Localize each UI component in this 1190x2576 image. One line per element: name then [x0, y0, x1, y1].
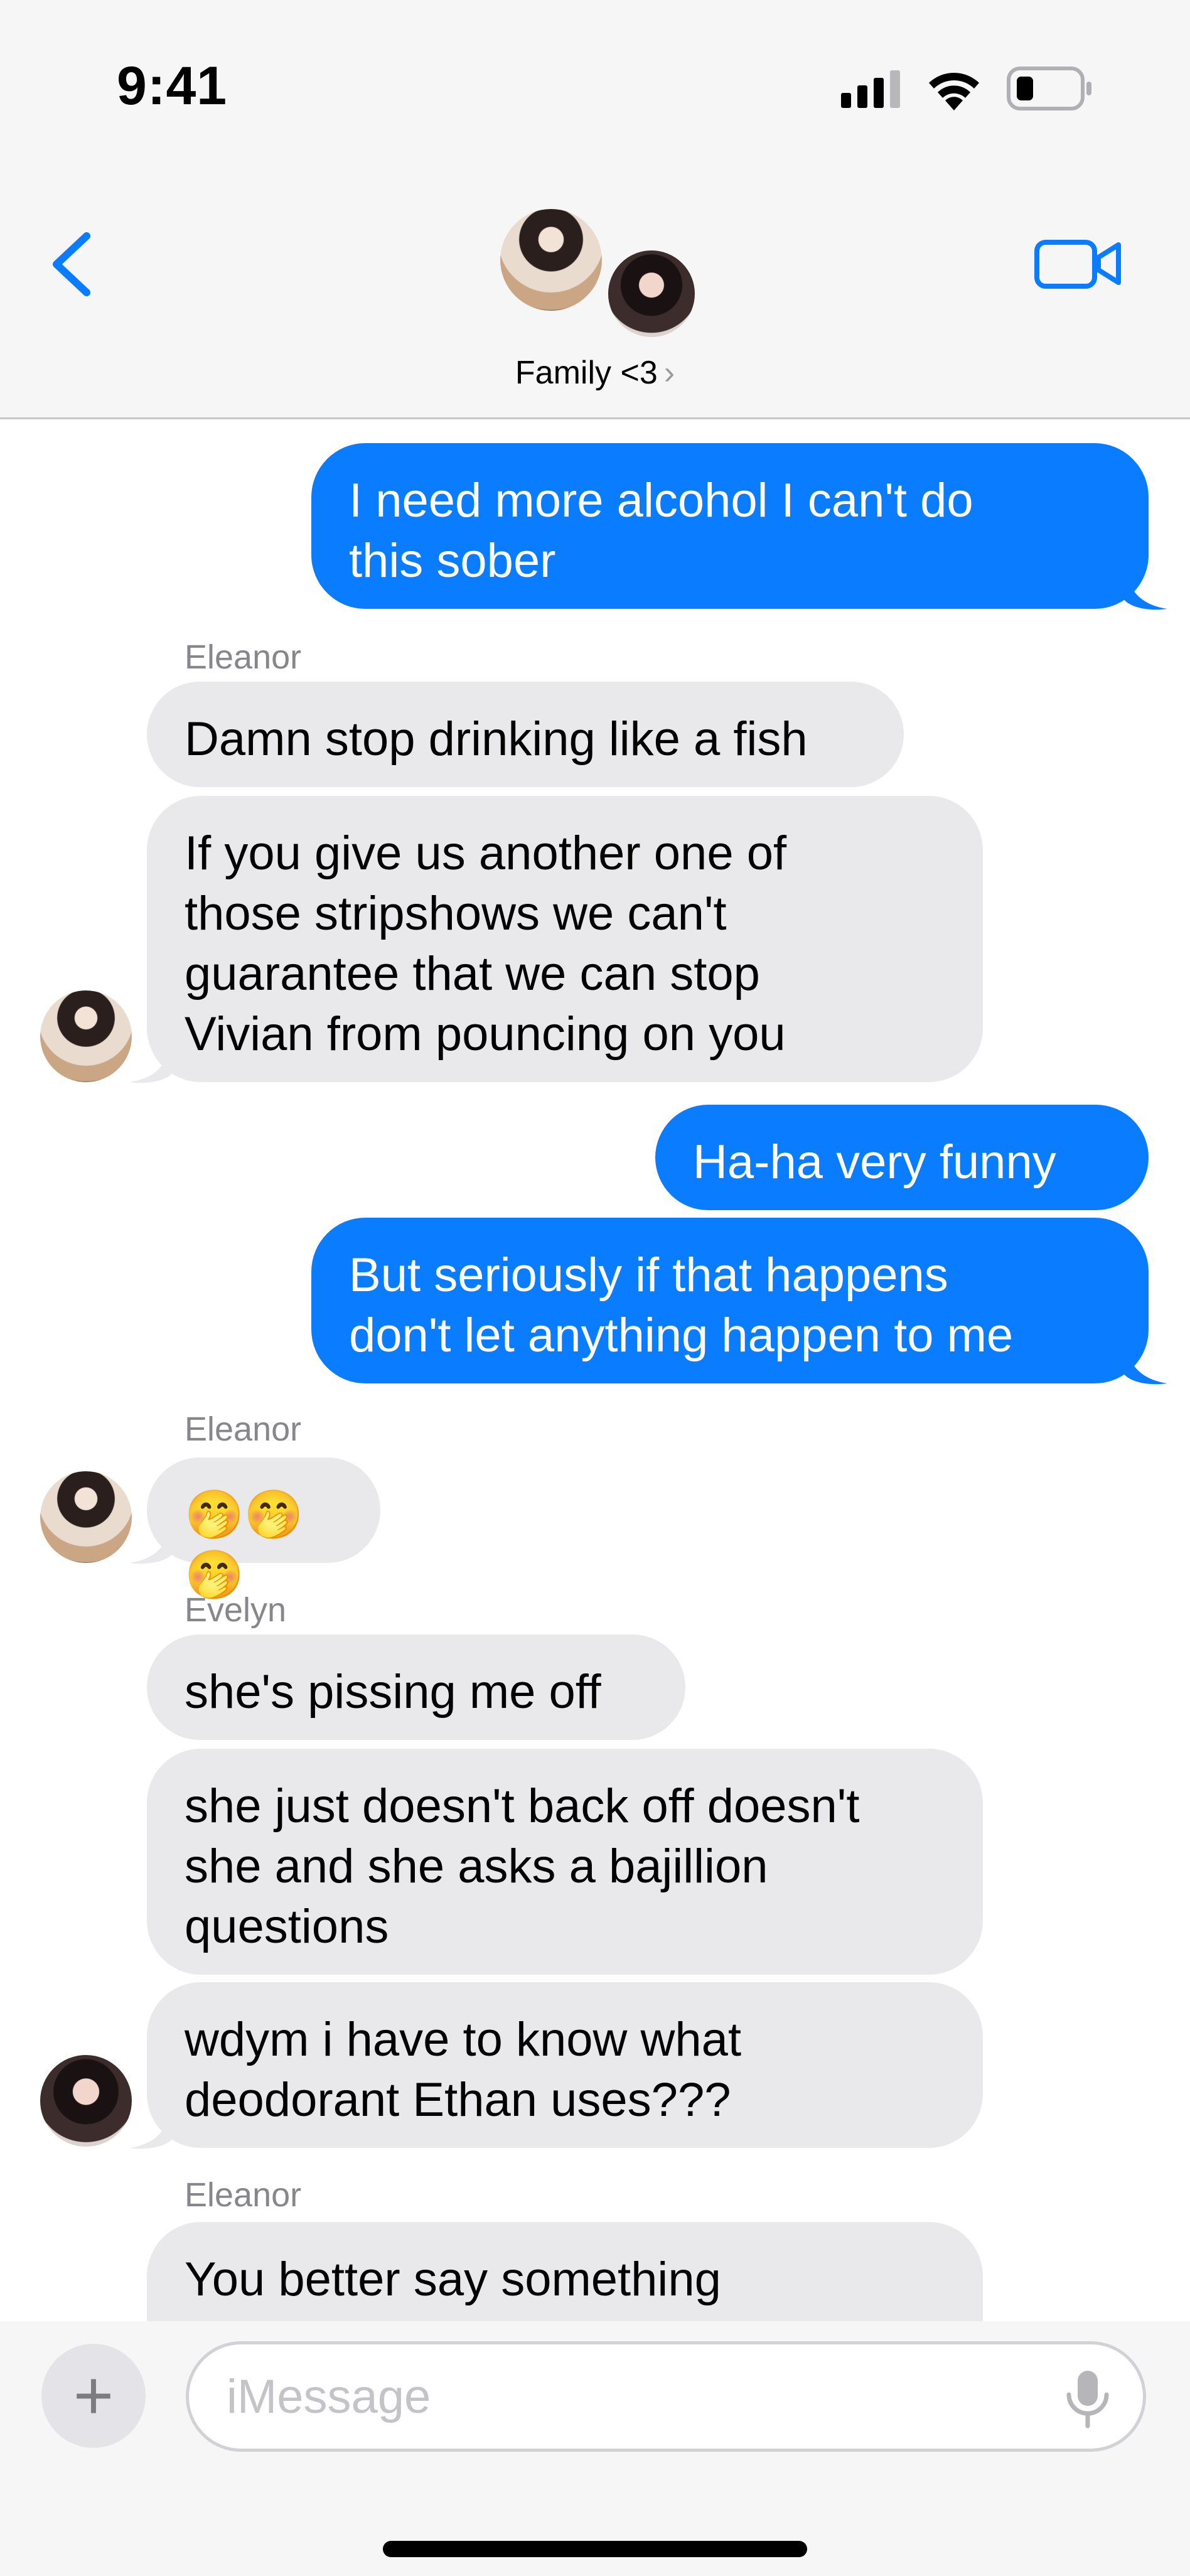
bubble-tail [1123, 567, 1167, 610]
incoming-message-bubble[interactable]: 🤭🤭🤭 [147, 1457, 380, 1602]
battery-icon [1007, 67, 1091, 110]
conversation-header: 9:41 Family <3 › [0, 0, 1190, 419]
avatar-eleanor[interactable] [40, 1471, 132, 1563]
bubble-tail [1123, 1342, 1167, 1385]
plus-icon: + [73, 2357, 114, 2434]
outgoing-message-bubble[interactable]: Ha-ha very funny [655, 1105, 1149, 1210]
incoming-message-bubble[interactable]: wdym i have to know what deodorant Ethan… [147, 1982, 983, 2148]
message-input[interactable] [227, 2344, 1043, 2449]
incoming-message-bubble[interactable]: Damn stop drinking like a fish [147, 682, 904, 787]
bubble-tail [129, 1521, 173, 1564]
outgoing-message-bubble[interactable]: But seriously if that happens don't let … [311, 1218, 1149, 1383]
incoming-message-bubble[interactable]: If you give us another one of those stri… [147, 796, 983, 1082]
incoming-message-bubble[interactable]: she's pissing me off [147, 1634, 685, 1740]
microphone-icon[interactable] [1063, 2368, 1113, 2428]
message-thread[interactable]: I need more alcohol I can't do this sobe… [0, 419, 1190, 2321]
status-time: 9:41 [117, 56, 228, 116]
bubble-tail [129, 1041, 173, 1083]
home-indicator [383, 2541, 807, 2557]
sender-name: Evelyn [185, 1591, 287, 1629]
group-name-button[interactable]: Family <3 › [0, 354, 1190, 392]
message-input-container[interactable] [186, 2341, 1146, 2452]
outgoing-message-bubble[interactable]: I need more alcohol I can't do this sobe… [311, 443, 1149, 609]
apps-plus-button[interactable]: + [41, 2344, 146, 2448]
video-camera-icon[interactable] [1033, 233, 1123, 294]
incoming-message-bubble[interactable]: she just doesn't back off doesn't she an… [147, 1749, 983, 1975]
wifi-icon [929, 73, 979, 110]
chevron-right-icon: › [663, 355, 675, 391]
group-avatar-evelyn[interactable] [605, 247, 698, 340]
sender-name: Eleanor [185, 2176, 302, 2214]
group-name-label: Family <3 [515, 355, 658, 391]
compose-bar: + [0, 2321, 1190, 2576]
sender-name: Eleanor [185, 1410, 302, 1448]
bubble-tail [129, 2106, 173, 2149]
back-chevron-icon[interactable] [45, 230, 98, 299]
avatar-evelyn[interactable] [40, 2055, 132, 2147]
sender-name: Eleanor [185, 638, 302, 676]
cellular-signal-icon [841, 70, 900, 108]
incoming-message-bubble[interactable]: You better say something [147, 2222, 983, 2321]
avatar-eleanor[interactable] [40, 990, 132, 1082]
group-avatar-eleanor[interactable] [497, 206, 605, 314]
